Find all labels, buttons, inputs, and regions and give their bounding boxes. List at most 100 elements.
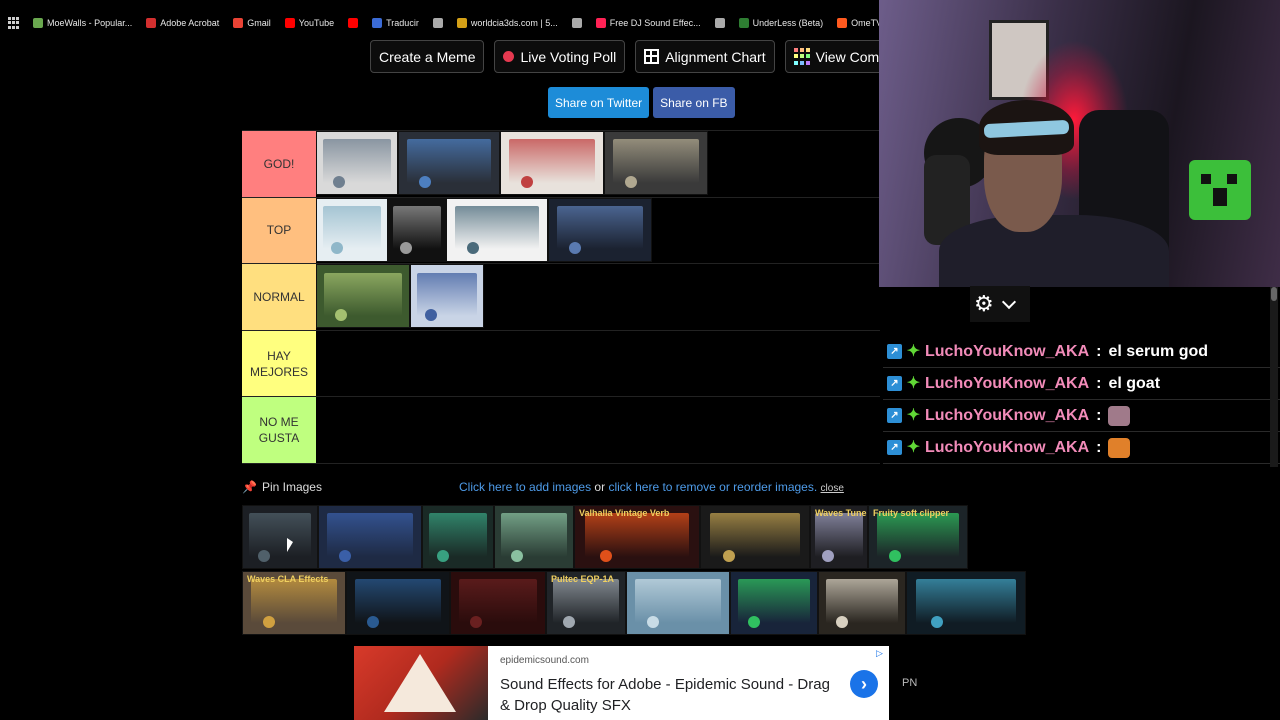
plugin-image[interactable] xyxy=(316,264,410,329)
tier-label[interactable]: NORMAL xyxy=(242,264,316,330)
bookmark-item[interactable] xyxy=(571,18,582,28)
plugin-image[interactable] xyxy=(450,571,546,635)
tier-row: NORMAL xyxy=(242,264,880,331)
plugin-image[interactable] xyxy=(818,571,906,635)
streamer-body xyxy=(939,215,1169,287)
remove-reorder-link[interactable]: click here to remove or reorder images. xyxy=(608,480,817,494)
chat-controls: ⚙ xyxy=(970,286,1030,322)
bookmark-label: Traducir xyxy=(386,18,419,28)
tier-label[interactable]: GOD! xyxy=(242,131,316,197)
favicon-icon xyxy=(595,18,606,28)
tier-items[interactable] xyxy=(316,264,880,330)
share-fb-button[interactable]: Share on FB xyxy=(653,87,735,118)
or-text: or xyxy=(594,480,606,494)
plugin-image[interactable] xyxy=(446,197,548,262)
plugin-image[interactable] xyxy=(494,505,574,569)
chat-message: ↗ ✦ LuchoYouKnow_AKA: xyxy=(883,400,1280,432)
bookmark-item[interactable] xyxy=(348,18,359,28)
plugin-image[interactable] xyxy=(388,197,446,262)
chat-username[interactable]: LuchoYouKnow_AKA xyxy=(925,375,1089,393)
plugin-image[interactable]: Valhalla Vintage Verb xyxy=(574,505,700,569)
plugin-image[interactable]: Pultec EQP-1A xyxy=(546,571,626,635)
pin-images[interactable]: 📌 Pin Images xyxy=(242,480,322,494)
share-twitter-button[interactable]: Share on Twitter xyxy=(548,87,650,118)
pin-images-label: Pin Images xyxy=(261,480,322,494)
chat-message: ↗ ✦ LuchoYouKnow_AKA: el serum god xyxy=(883,336,1280,368)
chat-separator: : xyxy=(1096,342,1102,360)
bookmark-item[interactable]: Free DJ Sound Effec... xyxy=(595,18,701,28)
adchoices-icon[interactable]: ▷ xyxy=(876,648,883,659)
tier-items[interactable] xyxy=(316,197,880,264)
bookmark-item[interactable]: Gmail xyxy=(233,18,271,28)
plugin-image[interactable] xyxy=(700,505,810,569)
plugin-image[interactable] xyxy=(346,571,450,635)
plugin-image[interactable] xyxy=(422,505,494,569)
live-voting-poll-button[interactable]: Live Voting Poll xyxy=(494,40,626,73)
bookmark-label: YouTube xyxy=(298,18,335,28)
image-pool-row: Waves CLA Effects Pultec EQP-1A xyxy=(242,571,1032,637)
ad-image[interactable] xyxy=(354,646,488,720)
plugin-image[interactable] xyxy=(548,197,652,262)
favicon-icon xyxy=(837,18,848,28)
bookmark-item[interactable] xyxy=(714,18,725,28)
tier-colors-icon xyxy=(793,47,810,66)
create-meme-button[interactable]: Create a Meme xyxy=(370,40,485,73)
bookmark-item[interactable]: MoeWalls - Popular... xyxy=(33,18,132,28)
plugin-image[interactable] xyxy=(626,571,730,635)
plugin-image[interactable] xyxy=(410,264,484,329)
ad-title[interactable]: Sound Effects for Adobe - Epidemic Sound… xyxy=(500,674,840,716)
ad-banner[interactable]: epidemicsound.com Sound Effects for Adob… xyxy=(354,646,889,720)
badge-icon: ↗ xyxy=(887,344,902,359)
tier-label[interactable]: TOP xyxy=(242,197,316,264)
favicon-icon xyxy=(146,18,157,28)
plugin-image[interactable] xyxy=(242,505,318,569)
chat-username[interactable]: LuchoYouKnow_AKA xyxy=(925,439,1089,457)
plugin-image[interactable]: Waves CLA Effects xyxy=(242,571,346,635)
plugin-image[interactable] xyxy=(316,131,398,195)
bookmark-label: Gmail xyxy=(247,18,271,28)
tier-items[interactable] xyxy=(316,397,880,463)
tier-items[interactable] xyxy=(316,331,880,397)
plugin-image[interactable]: Fruity soft clipper xyxy=(868,505,968,569)
plugin-image-label: Valhalla Vintage Verb xyxy=(579,508,670,518)
image-instructions: Click here to add images or click here t… xyxy=(459,480,844,494)
bookmark-item[interactable]: UnderLess (Beta) xyxy=(738,18,823,28)
bookmark-item[interactable]: Adobe Acrobat xyxy=(146,18,219,28)
tier-label[interactable]: HAY MEJORES xyxy=(242,330,316,397)
plugin-image[interactable] xyxy=(316,197,388,262)
tier-row: TOP xyxy=(242,197,880,265)
favicon-icon xyxy=(33,18,43,28)
chat-username[interactable]: LuchoYouKnow_AKA xyxy=(925,343,1089,361)
chat-username[interactable]: LuchoYouKnow_AKA xyxy=(925,407,1089,425)
tier-row: NO ME GUSTA xyxy=(242,397,880,464)
tier-items[interactable] xyxy=(316,131,880,197)
bookmark-label: MoeWalls - Popular... xyxy=(47,18,133,28)
favicon-icon xyxy=(233,18,244,28)
alignment-chart-button[interactable]: Alignment Chart xyxy=(635,40,775,73)
bookmark-item[interactable]: YouTube xyxy=(284,18,335,28)
tier-label[interactable]: NO ME GUSTA xyxy=(242,397,316,463)
bookmark-item[interactable]: worldcia3ds.com | 5... xyxy=(456,18,558,28)
gear-icon[interactable]: ⚙ xyxy=(974,293,994,315)
plugin-image[interactable] xyxy=(604,131,708,195)
bookmarks-bar: MoeWalls - Popular... Adobe Acrobat Gmail Y… xyxy=(0,10,880,36)
bookmark-item[interactable] xyxy=(432,18,443,28)
plugin-image[interactable] xyxy=(730,571,818,635)
plugin-image[interactable] xyxy=(906,571,1026,635)
bookmark-item[interactable]: Traducir xyxy=(372,18,419,28)
plugin-image[interactable]: Waves Tune Real-Time xyxy=(810,505,868,569)
create-meme-label: Create a Meme xyxy=(379,48,476,65)
chat-message: ↗ ✦ LuchoYouKnow_AKA: el goat xyxy=(883,368,1280,400)
add-images-link[interactable]: Click here to add images xyxy=(459,480,591,494)
plugin-image[interactable] xyxy=(318,505,422,569)
badge-icon: ↗ xyxy=(887,376,902,391)
close-link[interactable]: close xyxy=(821,483,844,494)
chevron-right-icon[interactable]: › xyxy=(850,670,878,698)
chevron-down-icon[interactable] xyxy=(1001,294,1016,310)
diamond-badge-icon: ✦ xyxy=(906,407,921,424)
plugin-image[interactable] xyxy=(398,131,500,195)
chat-scrollbar[interactable] xyxy=(1270,287,1278,467)
bookmark-item[interactable]: OmeTV Video Chat... xyxy=(837,18,880,28)
plugin-image[interactable] xyxy=(500,131,604,195)
apps-grid-icon[interactable] xyxy=(8,17,19,29)
